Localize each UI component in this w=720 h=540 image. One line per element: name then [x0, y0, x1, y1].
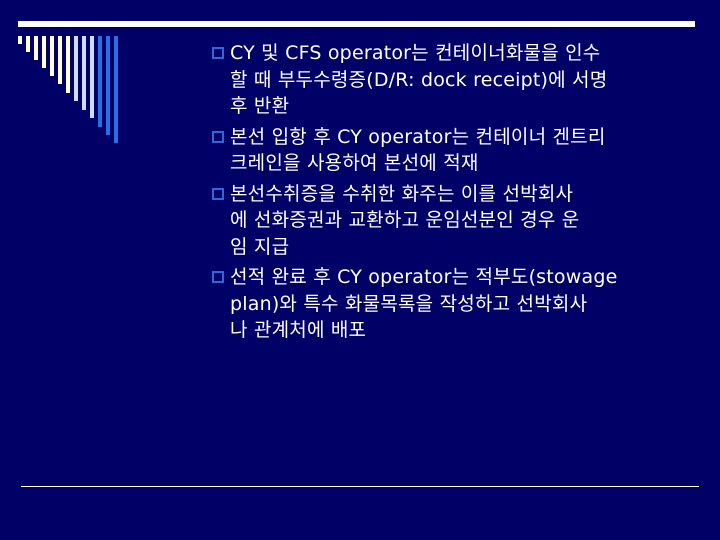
decorative-stripe	[82, 36, 86, 110]
hollow-square-bullet-icon	[212, 47, 224, 59]
decorative-stripe	[66, 36, 70, 93]
hollow-square-bullet-icon	[212, 187, 224, 200]
decorative-stripe	[74, 36, 78, 101]
bullet-line: 에 선화증권과 교환하고 운임선분인 경우 운	[230, 209, 580, 231]
footer-rule	[21, 486, 699, 487]
decorative-stripe	[34, 36, 38, 60]
decorative-stripe	[26, 36, 30, 52]
decorative-stripe	[50, 36, 54, 76]
bullet-line: 임 지급	[230, 235, 290, 258]
title-rule	[18, 21, 695, 27]
bullet-line: 크레인을 사용하여 본선에 적재	[230, 152, 479, 174]
bullet-line: CY 및 CFS operator는 컨테이너화물을 인수	[230, 42, 601, 64]
decorative-stripe	[58, 36, 62, 84]
bullet-line: 본선 입항 후 CY operator는 컨테이너 겐트리	[230, 125, 606, 148]
bullet-item-3: 본선수취증을 수취한 화주는 이를 선박회사 에 선화증권과 교환하고 운임선분…	[212, 181, 692, 261]
bullet-item-4: 선적 완료 후 CY operator는 적부도(stowage plan)와 …	[212, 264, 692, 344]
bullet-line: 본선수취증을 수취한 화주는 이를 선박회사	[230, 182, 574, 205]
decorative-stripe	[90, 36, 94, 118]
bullet-item-1: CY 및 CFS operator는 컨테이너화물을 인수 할 때 부두수령증(…	[212, 40, 692, 120]
decorative-stripe	[98, 36, 102, 127]
bullet-line: 후 반환	[230, 95, 290, 117]
bullet-line: 할 때 부두수령증(D/R: dock receipt)에 서명	[230, 68, 608, 91]
bullet-line: plan)와 특수 화물목록을 작성하고 선박회사	[230, 292, 588, 315]
bullet-line: 나 관계처에 배포	[230, 319, 367, 341]
hollow-square-bullet-icon	[212, 130, 224, 143]
bullet-item-2: 본선 입항 후 CY operator는 컨테이너 겐트리 크레인을 사용하여 …	[212, 124, 692, 177]
decorative-stripe	[106, 36, 110, 135]
decorative-stripe	[42, 36, 46, 68]
decorative-stripe	[18, 36, 22, 44]
bullet-line: 선적 완료 후 CY operator는 적부도(stowage	[230, 266, 618, 288]
hollow-square-bullet-icon	[212, 271, 224, 283]
slide-body: CY 및 CFS operator는 컨테이너화물을 인수 할 때 부두수령증(…	[212, 40, 692, 348]
decorative-stripe	[114, 36, 118, 143]
